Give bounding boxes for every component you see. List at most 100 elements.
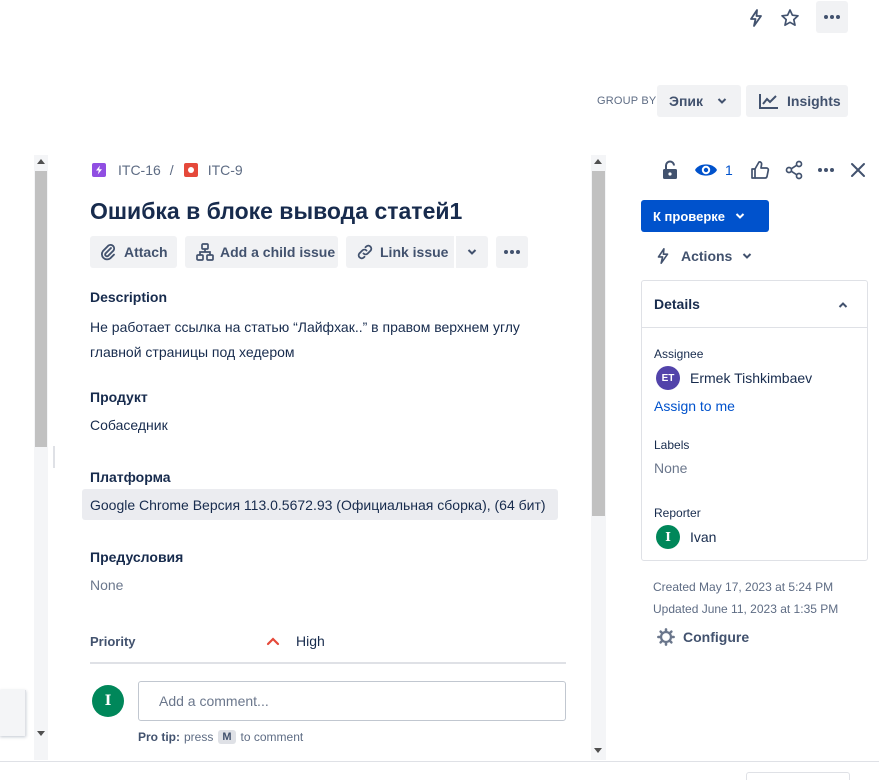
share-icon[interactable] <box>782 158 806 182</box>
more-icon <box>504 250 520 254</box>
attach-button[interactable]: Attach <box>90 236 177 268</box>
created-date: Created May 17, 2023 at 5:24 PM <box>653 580 834 594</box>
updated-date: Updated June 11, 2023 at 1:35 PM <box>653 602 839 616</box>
chevron-down-icon <box>735 213 745 219</box>
close-icon[interactable] <box>846 158 870 182</box>
comment-avatar-letter: I <box>104 693 112 709</box>
more-options-button[interactable] <box>816 1 848 33</box>
automation-icon <box>657 247 669 265</box>
gear-icon <box>657 628 675 646</box>
avatar: I <box>656 525 680 549</box>
configure-label: Configure <box>683 629 750 645</box>
scroll-up-arrow[interactable] <box>594 159 602 164</box>
priority-label: Priority <box>90 634 136 649</box>
bottom-right-element <box>746 772 850 780</box>
link-icon <box>357 244 373 260</box>
automation-icon[interactable] <box>744 6 768 30</box>
thumbs-up-icon[interactable] <box>748 158 772 182</box>
group-by-value: Эпик <box>669 93 704 109</box>
status-label: К проверке <box>653 208 726 224</box>
priority-high-icon <box>266 637 280 646</box>
avatar-initials: I <box>665 530 671 544</box>
comment-input[interactable]: Add a comment... <box>138 681 566 721</box>
link-issue-button[interactable]: Link issue <box>346 236 454 268</box>
chevron-down-icon <box>717 98 727 104</box>
bottom-divider <box>0 761 879 762</box>
left-panel-edge <box>0 690 26 736</box>
more-actions-button[interactable] <box>496 236 528 268</box>
pro-tip-suffix: to comment <box>240 730 304 744</box>
scroll-down-arrow[interactable] <box>594 748 602 753</box>
star-icon[interactable] <box>778 6 802 30</box>
assignee-field[interactable]: ET Ermek Tishkimbaev <box>656 366 812 390</box>
actions-label: Actions <box>681 248 733 264</box>
bug-icon <box>183 163 198 177</box>
group-by-label: GROUP BY <box>597 95 657 107</box>
chevron-down-icon <box>743 253 752 259</box>
issue-title[interactable]: Ошибка в блоке вывода статей1 <box>90 198 462 225</box>
watch-button[interactable]: 1 <box>694 158 733 182</box>
keyboard-key: M <box>218 730 236 744</box>
chevron-up-icon[interactable] <box>838 301 848 309</box>
group-by-select[interactable]: Эпик <box>657 85 741 117</box>
scroll-down-arrow[interactable] <box>37 731 45 736</box>
avatar-initials: ET <box>661 372 675 384</box>
product-label: Продукт <box>90 389 148 405</box>
preconditions-label: Предусловия <box>90 549 184 565</box>
comment-avatar: I <box>92 685 124 717</box>
preconditions-value[interactable]: None <box>90 577 123 593</box>
details-header[interactable]: Details <box>642 281 867 328</box>
add-child-issue-button[interactable]: Add a child issue <box>185 236 338 268</box>
more-icon <box>824 15 840 19</box>
more-icon[interactable] <box>814 158 838 182</box>
link-issue-label: Link issue <box>380 244 449 260</box>
product-value[interactable]: Собаседник <box>90 417 168 433</box>
left-scrollbar-thumb[interactable] <box>35 171 47 447</box>
pro-tip-press: press <box>184 730 214 744</box>
attach-label: Attach <box>124 244 168 260</box>
left-scrollbar[interactable] <box>34 155 48 760</box>
paperclip-icon <box>101 244 115 261</box>
assignee-name: Ermek Tishkimbaev <box>690 370 813 386</box>
priority-value: High <box>296 633 325 649</box>
platform-field[interactable]: Google Chrome Версия 113.0.5672.93 (Офиц… <box>82 489 558 520</box>
details-title: Details <box>654 296 700 312</box>
configure-button[interactable]: Configure <box>657 626 749 648</box>
breadcrumb-issue-link[interactable]: ITC-9 <box>208 162 243 178</box>
main-scrollbar-thumb[interactable] <box>592 171 605 516</box>
avatar: ET <box>656 366 680 390</box>
link-issue-dropdown[interactable] <box>456 236 488 268</box>
watch-count: 1 <box>725 162 733 178</box>
details-panel: Details Assignee ET Ermek Tishkimbaev As… <box>641 280 868 561</box>
insights-icon <box>759 94 778 109</box>
labels-value[interactable]: None <box>654 460 687 476</box>
platform-value: Google Chrome Версия 113.0.5672.93 (Офиц… <box>90 496 546 513</box>
priority-divider <box>90 662 566 664</box>
platform-label: Платформа <box>90 469 171 485</box>
breadcrumb-parent-link[interactable]: ITC-16 <box>118 162 161 178</box>
priority-field[interactable]: High <box>266 630 325 652</box>
reporter-field[interactable]: I Ivan <box>656 525 716 549</box>
main-scrollbar[interactable] <box>591 155 606 760</box>
description-line: главной страницы под хедером <box>90 344 295 360</box>
assign-to-me-link[interactable]: Assign to me <box>654 398 735 414</box>
lock-icon[interactable] <box>658 158 682 182</box>
reporter-name: Ivan <box>690 529 717 545</box>
scroll-up-arrow[interactable] <box>37 159 45 164</box>
comment-placeholder: Add a comment... <box>159 693 269 709</box>
reporter-label: Reporter <box>654 506 701 520</box>
pro-tip-label: Pro tip: <box>138 730 180 744</box>
add-child-label: Add a child issue <box>220 244 336 260</box>
insights-button[interactable]: Insights <box>746 85 848 117</box>
insights-label: Insights <box>787 93 841 109</box>
breadcrumb: ITC-16 / ITC-9 <box>92 161 243 179</box>
labels-label: Labels <box>654 438 690 452</box>
status-button[interactable]: К проверке <box>641 200 769 232</box>
actions-button[interactable]: Actions <box>654 244 752 268</box>
pro-tip: Pro tip: press M to comment <box>138 730 303 744</box>
hierarchy-icon <box>196 243 214 261</box>
description-text[interactable]: Не работает ссылка на статью “Лайфхак..”… <box>90 315 520 365</box>
chevron-down-icon <box>467 249 477 255</box>
epic-icon <box>92 163 106 177</box>
resize-handle[interactable] <box>53 446 55 468</box>
